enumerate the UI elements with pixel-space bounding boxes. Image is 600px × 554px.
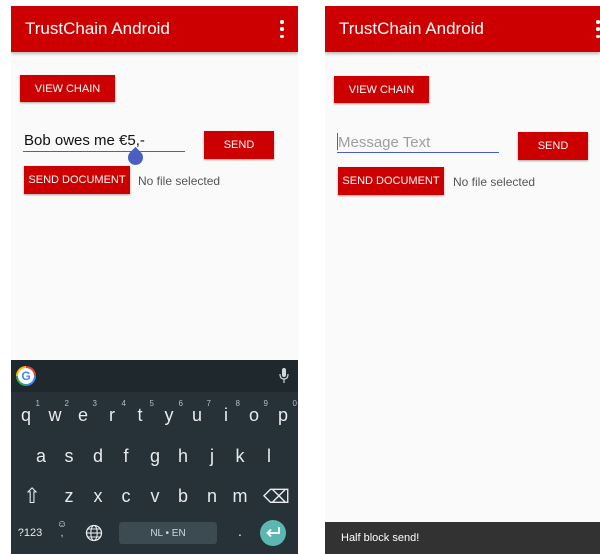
enter-key[interactable] bbox=[260, 520, 286, 546]
backspace-key-icon[interactable]: ⌫ bbox=[263, 486, 290, 509]
message-input-underline bbox=[23, 151, 185, 152]
app-title: TrustChain Android bbox=[25, 19, 170, 38]
view-chain-button[interactable]: VIEW CHAIN bbox=[334, 76, 429, 103]
key-s[interactable]: s bbox=[56, 446, 82, 467]
view-chain-button[interactable]: VIEW CHAIN bbox=[20, 75, 115, 102]
key-f[interactable]: f bbox=[113, 446, 139, 467]
key-z[interactable]: z bbox=[56, 486, 82, 507]
globe-icon[interactable] bbox=[85, 524, 103, 542]
key-y[interactable]: y6 bbox=[156, 399, 184, 426]
key-k[interactable]: k bbox=[227, 446, 253, 467]
send-button[interactable]: SEND bbox=[204, 131, 274, 159]
enter-icon bbox=[266, 527, 280, 538]
send-button[interactable]: SEND bbox=[518, 132, 588, 160]
key-w[interactable]: w2 bbox=[42, 399, 70, 426]
phone-screen-right: TrustChain Android VIEW CHAIN Message Te… bbox=[325, 6, 600, 554]
key-t[interactable]: t5 bbox=[127, 399, 154, 426]
send-document-button[interactable]: SEND DOCUMENT bbox=[24, 166, 130, 194]
key-e[interactable]: e3 bbox=[70, 399, 97, 426]
emoji-comma-key[interactable]: ☺ , bbox=[55, 520, 69, 539]
app-bar: TrustChain Android bbox=[11, 6, 298, 52]
shift-key-icon[interactable]: ⇧ bbox=[19, 484, 45, 509]
message-input[interactable]: Bob owes me €5,- bbox=[24, 132, 145, 149]
phone-screen-left: TrustChain Android VIEW CHAIN Bob owes m… bbox=[11, 6, 298, 554]
key-v[interactable]: v bbox=[142, 486, 168, 507]
snackbar-message: Half block send! bbox=[341, 532, 420, 544]
no-file-label: No file selected bbox=[138, 174, 221, 188]
key-p[interactable]: p0 bbox=[270, 399, 297, 426]
keyboard-suggestion-bar bbox=[11, 360, 298, 392]
key-m[interactable]: m bbox=[227, 486, 253, 507]
key-o[interactable]: o9 bbox=[241, 399, 268, 426]
key-n[interactable]: n bbox=[199, 486, 225, 507]
key-b[interactable]: b bbox=[170, 486, 196, 507]
key-q[interactable]: q1 bbox=[13, 399, 40, 426]
key-d[interactable]: d bbox=[85, 446, 111, 467]
overflow-menu-icon[interactable] bbox=[595, 20, 600, 38]
message-input-underline bbox=[337, 152, 499, 153]
space-bar[interactable]: NL • EN bbox=[119, 522, 217, 544]
key-c[interactable]: c bbox=[113, 486, 139, 507]
google-logo-icon[interactable] bbox=[16, 366, 36, 386]
key-l[interactable]: l bbox=[256, 446, 282, 467]
key-r[interactable]: r4 bbox=[99, 399, 126, 426]
key-u[interactable]: u7 bbox=[184, 399, 211, 426]
key-i[interactable]: i8 bbox=[213, 399, 240, 426]
mic-icon[interactable] bbox=[279, 368, 289, 384]
app-bar: TrustChain Android bbox=[325, 6, 600, 52]
app-title: TrustChain Android bbox=[339, 19, 484, 38]
overflow-menu-icon[interactable] bbox=[279, 20, 285, 38]
send-document-button[interactable]: SEND DOCUMENT bbox=[338, 167, 444, 195]
no-file-label: No file selected bbox=[453, 175, 536, 189]
symbols-key[interactable]: ?123 bbox=[15, 527, 45, 539]
comma-label: , bbox=[60, 528, 64, 539]
key-x[interactable]: x bbox=[85, 486, 111, 507]
message-input[interactable]: Message Text bbox=[338, 134, 430, 151]
snackbar: Half block send! bbox=[325, 522, 600, 554]
key-a[interactable]: a bbox=[28, 446, 54, 467]
period-key[interactable]: . bbox=[227, 523, 253, 539]
key-g[interactable]: g bbox=[142, 446, 168, 467]
key-h[interactable]: h bbox=[170, 446, 196, 467]
soft-keyboard: q1 w2 e3 r4 t5 y6 u7 i8 o9 p0 a s d f g … bbox=[11, 360, 298, 554]
key-j[interactable]: j bbox=[199, 446, 225, 467]
